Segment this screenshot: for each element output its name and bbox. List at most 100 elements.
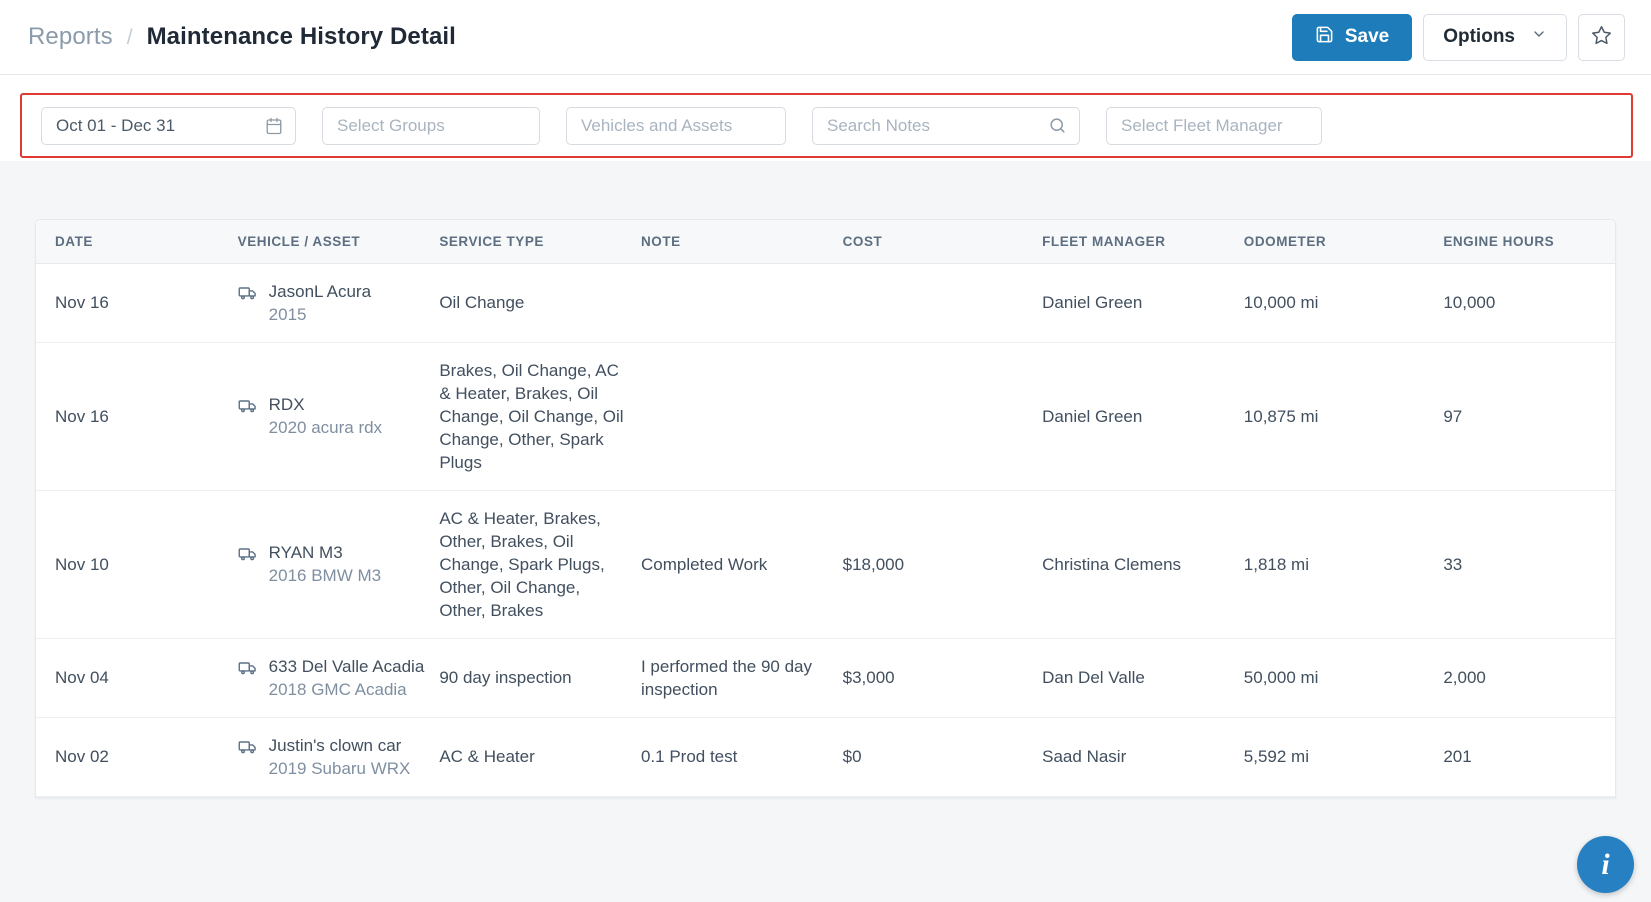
cell-service-type: Oil Change: [439, 263, 641, 343]
page-header: Reports / Maintenance History Detail Sav…: [0, 0, 1651, 75]
cell-cost: $18,000: [842, 490, 1043, 639]
cell-fleet-manager: Saad Nasir: [1042, 717, 1244, 797]
breadcrumb: Reports / Maintenance History Detail: [28, 23, 456, 51]
cell-note: I performed the 90 day inspection: [640, 638, 843, 718]
vehicle-name: Justin's clown car: [268, 735, 402, 755]
date-range-value: Oct 01 - Dec 31: [56, 115, 176, 135]
cell-fleet-manager: Daniel Green: [1042, 342, 1244, 491]
filter-bar: Oct 01 - Dec 31 Select Groups Vehicles a…: [20, 93, 1633, 158]
vehicle-name: RDX: [268, 395, 305, 414]
date-range-filter[interactable]: Oct 01 - Dec 31: [41, 106, 296, 145]
table-head: DATE VEHICLE / ASSET SERVICE TYPE NOTE C…: [36, 220, 1615, 264]
cell-vehicle-asset: Justin's clown car 2019 Subaru WRX: [237, 717, 440, 797]
cell-fleet-manager: Dan Del Valle: [1042, 638, 1244, 718]
content-area: DATE VEHICLE / ASSET SERVICE TYPE NOTE C…: [0, 161, 1651, 902]
save-button[interactable]: Save: [1291, 13, 1413, 61]
fleet-manager-placeholder: Select Fleet Manager: [1121, 115, 1283, 135]
cell-fleet-manager: Daniel Green: [1042, 263, 1244, 343]
filter-bar-wrapper: Oct 01 - Dec 31 Select Groups Vehicles a…: [0, 75, 1651, 158]
breadcrumb-reports-link[interactable]: Reports: [28, 23, 113, 51]
vehicle-subtitle[interactable]: 2020 acura rdx: [269, 416, 382, 439]
column-header-date[interactable]: DATE: [36, 220, 238, 264]
vehicle-subtitle[interactable]: 2016 BMW M3: [269, 564, 381, 587]
cell-odometer: 1,818 mi: [1243, 490, 1444, 639]
cell-fleet-manager: Christina Clemens: [1042, 490, 1244, 639]
table-header-row: DATE VEHICLE / ASSET SERVICE TYPE NOTE C…: [36, 220, 1615, 264]
vehicle-icon: [238, 283, 258, 309]
favorite-button[interactable]: [1578, 13, 1625, 61]
cell-engine-hours: 2,000: [1443, 638, 1615, 718]
table-row[interactable]: Nov 02 Justin's clown car 2019 Subaru WRX A…: [36, 717, 1615, 797]
vehicle-icon: [238, 544, 258, 570]
cell-vehicle-asset: RDX 2020 acura rdx: [237, 342, 440, 491]
vehicle-subtitle[interactable]: 2019 Subaru WRX: [269, 757, 411, 780]
groups-filter-placeholder: Select Groups: [337, 115, 445, 135]
cell-engine-hours: 10,000: [1443, 263, 1615, 343]
maintenance-history-table: DATE VEHICLE / ASSET SERVICE TYPE NOTE C…: [36, 220, 1615, 797]
cell-date: Nov 16: [36, 263, 238, 343]
cell-service-type: AC & Heater: [439, 717, 641, 797]
cell-date: Nov 16: [36, 342, 238, 491]
calendar-icon: [265, 117, 283, 135]
cell-engine-hours: 201: [1443, 717, 1615, 797]
table-row[interactable]: Nov 04 633 Del Valle Acadia 2018 GMC Acadi…: [36, 638, 1615, 718]
table-row[interactable]: Nov 10 RYAN M3 2016 BMW M3 AC & Heater, Bra…: [36, 490, 1615, 639]
column-header-odometer[interactable]: ODOMETER: [1243, 220, 1444, 264]
cell-odometer: 50,000 mi: [1243, 638, 1444, 718]
vehicle-name: 633 Del Valle Acadia: [268, 656, 425, 676]
vehicle-subtitle[interactable]: 2018 GMC Acadia: [269, 678, 425, 701]
vehicle-name: RYAN M3: [268, 543, 343, 562]
search-icon: [1048, 116, 1067, 135]
cell-cost: $3,000: [842, 638, 1043, 718]
cell-service-type: AC & Heater, Brakes, Other, Brakes, Oil …: [439, 490, 641, 639]
column-header-cost[interactable]: COST: [842, 220, 1043, 264]
chevron-down-icon: [1531, 26, 1547, 48]
fleet-manager-filter[interactable]: Select Fleet Manager: [1106, 106, 1322, 145]
vehicle-icon: [238, 737, 258, 763]
save-button-label: Save: [1344, 26, 1390, 47]
cell-vehicle-asset: RYAN M3 2016 BMW M3: [237, 490, 440, 639]
save-icon: [1315, 25, 1334, 50]
vehicle-icon: [238, 396, 258, 422]
cell-note: [640, 263, 843, 343]
maintenance-history-table-card: DATE VEHICLE / ASSET SERVICE TYPE NOTE C…: [35, 219, 1616, 798]
header-actions: Save Options: [1291, 13, 1625, 61]
star-icon: [1591, 25, 1612, 49]
cell-service-type: 90 day inspection: [439, 638, 641, 718]
cell-date: Nov 10: [36, 490, 238, 639]
column-header-service-type[interactable]: SERVICE TYPE: [439, 220, 641, 264]
cell-date: Nov 02: [36, 717, 238, 797]
cell-engine-hours: 97: [1443, 342, 1615, 491]
groups-filter[interactable]: Select Groups: [322, 106, 540, 145]
cell-note: [640, 342, 843, 491]
column-header-note[interactable]: NOTE: [640, 220, 843, 264]
cell-vehicle-asset: JasonL Acura 2015: [237, 263, 440, 343]
report-page: Reports / Maintenance History Detail Sav…: [0, 0, 1651, 902]
help-icon: i: [1601, 847, 1610, 881]
cell-odometer: 10,875 mi: [1243, 342, 1444, 491]
column-header-fleet-manager[interactable]: FLEET MANAGER: [1042, 220, 1244, 264]
breadcrumb-separator: /: [126, 26, 133, 49]
column-header-engine-hours[interactable]: ENGINE HOURS: [1443, 220, 1615, 264]
cell-engine-hours: 33: [1443, 490, 1615, 639]
vehicles-assets-filter[interactable]: Vehicles and Assets: [566, 106, 786, 145]
cell-note: Completed Work: [640, 490, 843, 639]
table-row[interactable]: Nov 16 RDX 2020 acura rdx Brakes, Oil Chang…: [36, 342, 1615, 491]
table-body: Nov 16 JasonL Acura 2015 Oil Change Daniel G…: [36, 263, 1615, 797]
options-button[interactable]: Options: [1423, 13, 1567, 61]
cell-odometer: 5,592 mi: [1243, 717, 1444, 797]
vehicle-icon: [238, 658, 258, 684]
cell-date: Nov 04: [36, 638, 238, 718]
cell-vehicle-asset: 633 Del Valle Acadia 2018 GMC Acadia: [237, 638, 440, 718]
page-title: Maintenance History Detail: [146, 23, 456, 50]
vehicle-subtitle[interactable]: 2015: [269, 303, 371, 326]
cell-cost: $0: [842, 717, 1043, 797]
cell-cost: [842, 342, 1043, 491]
vehicle-name: JasonL Acura: [268, 281, 372, 301]
options-button-label: Options: [1443, 26, 1515, 47]
column-header-vehicle-asset[interactable]: VEHICLE / ASSET: [237, 220, 440, 264]
help-button[interactable]: i: [1577, 836, 1634, 893]
table-row[interactable]: Nov 16 JasonL Acura 2015 Oil Change Daniel G…: [36, 263, 1615, 343]
cell-service-type: Brakes, Oil Change, AC & Heater, Brakes,…: [439, 342, 641, 491]
search-notes-input[interactable]: Search Notes: [812, 106, 1080, 145]
